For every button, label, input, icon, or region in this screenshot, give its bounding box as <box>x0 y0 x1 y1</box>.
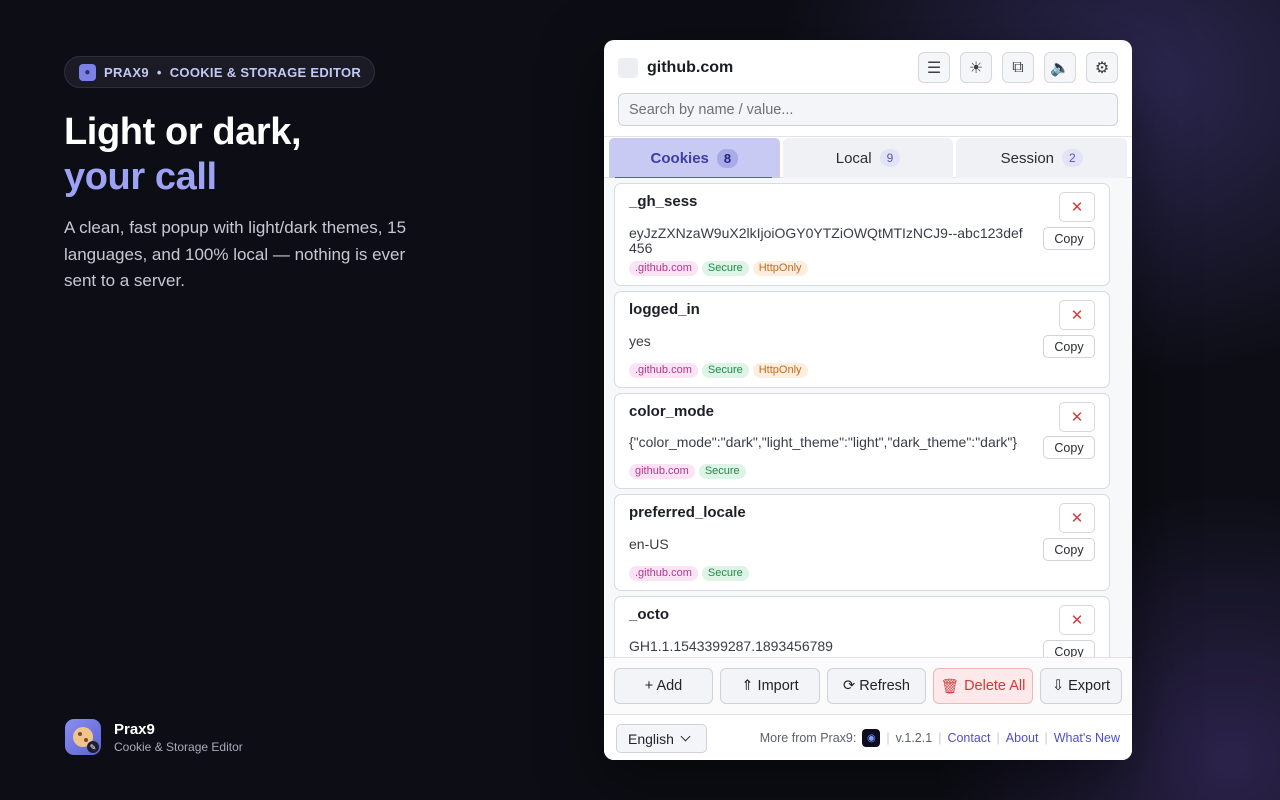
domain-tag: .github.com <box>629 566 698 581</box>
about-link[interactable]: About <box>1006 731 1039 745</box>
chevron-down-icon <box>680 731 691 742</box>
delete-all-button[interactable]: 🗑 Delete All <box>933 668 1033 704</box>
cookie-list[interactable]: _gh_sess eyJzZXNzaW9uX2lkIjoiOGY0YTZiOWQ… <box>604 178 1132 658</box>
add-button[interactable]: + Add <box>614 668 713 704</box>
tab-cookies[interactable]: Cookies 8 <box>609 138 780 179</box>
tab-label: Cookies <box>650 149 709 167</box>
delete-cookie-button[interactable]: ✕ <box>1059 605 1095 635</box>
tab-count: 8 <box>716 148 739 168</box>
cookie-card: color_mode {"color_mode":"dark","light_t… <box>614 393 1110 489</box>
product-badge: ● PRAX9 • COOKIE & STORAGE EDITOR <box>64 56 376 88</box>
secure-tag: Secure <box>701 566 749 581</box>
copy-button[interactable]: Copy <box>1043 227 1095 250</box>
current-domain: github.com <box>647 59 734 76</box>
promo-description: A clean, fast popup with light/dark them… <box>64 218 407 290</box>
cookie-tags: .github.com Secure HttpOnly <box>629 363 808 378</box>
sun-icon[interactable]: ☀ <box>960 52 992 83</box>
copy-button[interactable]: Copy <box>1043 436 1095 459</box>
cookie-name: _octo <box>629 606 670 623</box>
close-icon: ✕ <box>1070 409 1084 426</box>
copy-button[interactable]: Copy <box>1043 538 1095 561</box>
cookie-value[interactable]: GH1.1.1543399287.1893456789 <box>629 639 1029 654</box>
refresh-button[interactable]: ⟳ Refresh <box>827 668 926 704</box>
export-button[interactable]: ⇩ Export <box>1040 668 1122 704</box>
storage-tabs: Cookies 8 Local 9 Session 2 <box>604 136 1132 179</box>
delete-cookie-button[interactable]: ✕ <box>1059 503 1095 533</box>
secure-tag: Secure <box>698 464 746 479</box>
language-value: English <box>628 730 674 747</box>
whats-new-link[interactable]: What's New <box>1054 731 1120 745</box>
brand-logo: ✎ <box>65 719 101 755</box>
httponly-tag: HttpOnly <box>752 363 808 378</box>
prax9-app-icon[interactable]: ◉ <box>862 729 881 747</box>
cookie-name: _gh_sess <box>629 193 698 210</box>
brand-subtitle: Cookie & Storage Editor <box>114 739 243 754</box>
badge-text: COOKIE & STORAGE EDITOR <box>169 64 362 80</box>
cookie-value[interactable]: {"color_mode":"dark","light_theme":"ligh… <box>629 435 1029 450</box>
cookie-card: _gh_sess eyJzZXNzaW9uX2lkIjoiOGY0YTZiOWQ… <box>614 183 1110 286</box>
popup-header: github.com ☰ ☀ ⧉ 🔈 ⚙ <box>604 40 1132 136</box>
domain-tag: .github.com <box>629 261 698 276</box>
close-icon: ✕ <box>1070 612 1084 629</box>
tab-count: 9 <box>879 149 901 167</box>
cookie-icon: ● <box>79 63 96 81</box>
tab-count: 2 <box>1062 149 1083 167</box>
cookie-name: preferred_locale <box>629 504 746 521</box>
tab-label: Session <box>1000 149 1055 167</box>
tab-local[interactable]: Local 9 <box>782 138 954 178</box>
delete-cookie-button[interactable]: ✕ <box>1059 300 1095 330</box>
domain-tag: .github.com <box>629 363 698 378</box>
version-label: v.1.2.1 <box>895 731 933 745</box>
headline: Light or dark, your call <box>64 110 302 200</box>
secure-tag: Secure <box>701 363 749 378</box>
import-button[interactable]: ⇑ Import <box>720 668 820 704</box>
copy-window-icon[interactable]: ⧉ <box>1002 52 1034 83</box>
search-input[interactable] <box>618 93 1118 126</box>
cookie-tags: .github.com Secure <box>629 566 749 581</box>
headline-line-2: your call <box>64 156 217 198</box>
gear-icon[interactable]: ⚙ <box>1086 52 1118 83</box>
site-favicon <box>618 58 638 78</box>
delete-cookie-button[interactable]: ✕ <box>1059 402 1095 432</box>
trash-icon: 🗑 <box>940 678 960 695</box>
cookie-card: logged_in yes .github.com Secure HttpOnl… <box>614 291 1110 388</box>
more-from-label: More from Prax9: <box>759 731 857 745</box>
cookie-card: preferred_locale en-US .github.com Secur… <box>614 494 1110 591</box>
brand-name: Prax9 <box>114 720 155 738</box>
pencil-icon: ✎ <box>87 741 99 753</box>
badge-dot: • <box>156 64 162 80</box>
footer-links: More from Prax9: ◉ | v.1.2.1 | Contact |… <box>759 729 1120 747</box>
brand-block: ✎ Prax9 Cookie & Storage Editor <box>65 719 243 755</box>
contact-link[interactable]: Contact <box>947 731 990 745</box>
cookie-value[interactable]: eyJzZXNzaW9uX2lkIjoiOGY0YTZiOWQtMTIzNCJ9… <box>629 226 1029 256</box>
cookie-card: _octo GH1.1.1543399287.1893456789 ✕ Copy <box>614 596 1110 658</box>
speaker-icon[interactable]: 🔈 <box>1044 52 1076 83</box>
close-icon: ✕ <box>1070 307 1084 324</box>
copy-button[interactable]: Copy <box>1043 335 1095 358</box>
cookie-tags: .github.com Secure HttpOnly <box>629 261 808 276</box>
delete-all-label: Delete All <box>964 678 1026 694</box>
popup-footer: English More from Prax9: ◉ | v.1.2.1 | C… <box>604 714 1132 760</box>
menu-icon[interactable]: ☰ <box>918 52 950 83</box>
cookie-tags: github.com Secure <box>629 464 746 479</box>
close-icon: ✕ <box>1070 199 1084 216</box>
action-bar: + Add ⇑ Import ⟳ Refresh 🗑 Delete All ⇩ … <box>604 657 1132 714</box>
headline-line-1: Light or dark, <box>64 111 302 153</box>
extension-popup: github.com ☰ ☀ ⧉ 🔈 ⚙ Cookies 8 Local 9 S… <box>604 40 1132 760</box>
domain-tag: github.com <box>629 464 695 479</box>
cookie-name: color_mode <box>629 403 715 420</box>
tab-label: Local <box>835 149 872 167</box>
cookie-value[interactable]: yes <box>629 334 1029 349</box>
language-select[interactable]: English <box>616 724 707 753</box>
copy-button[interactable]: Copy <box>1043 640 1095 658</box>
header-toolbar: ☰ ☀ ⧉ 🔈 ⚙ <box>918 52 1118 83</box>
httponly-tag: HttpOnly <box>752 261 808 276</box>
secure-tag: Secure <box>701 261 749 276</box>
cookie-value[interactable]: en-US <box>629 537 1029 552</box>
tab-session[interactable]: Session 2 <box>956 138 1128 178</box>
delete-cookie-button[interactable]: ✕ <box>1059 192 1095 222</box>
cookie-name: logged_in <box>629 301 700 318</box>
close-icon: ✕ <box>1070 510 1084 527</box>
badge-brand: PRAX9 <box>104 64 149 80</box>
